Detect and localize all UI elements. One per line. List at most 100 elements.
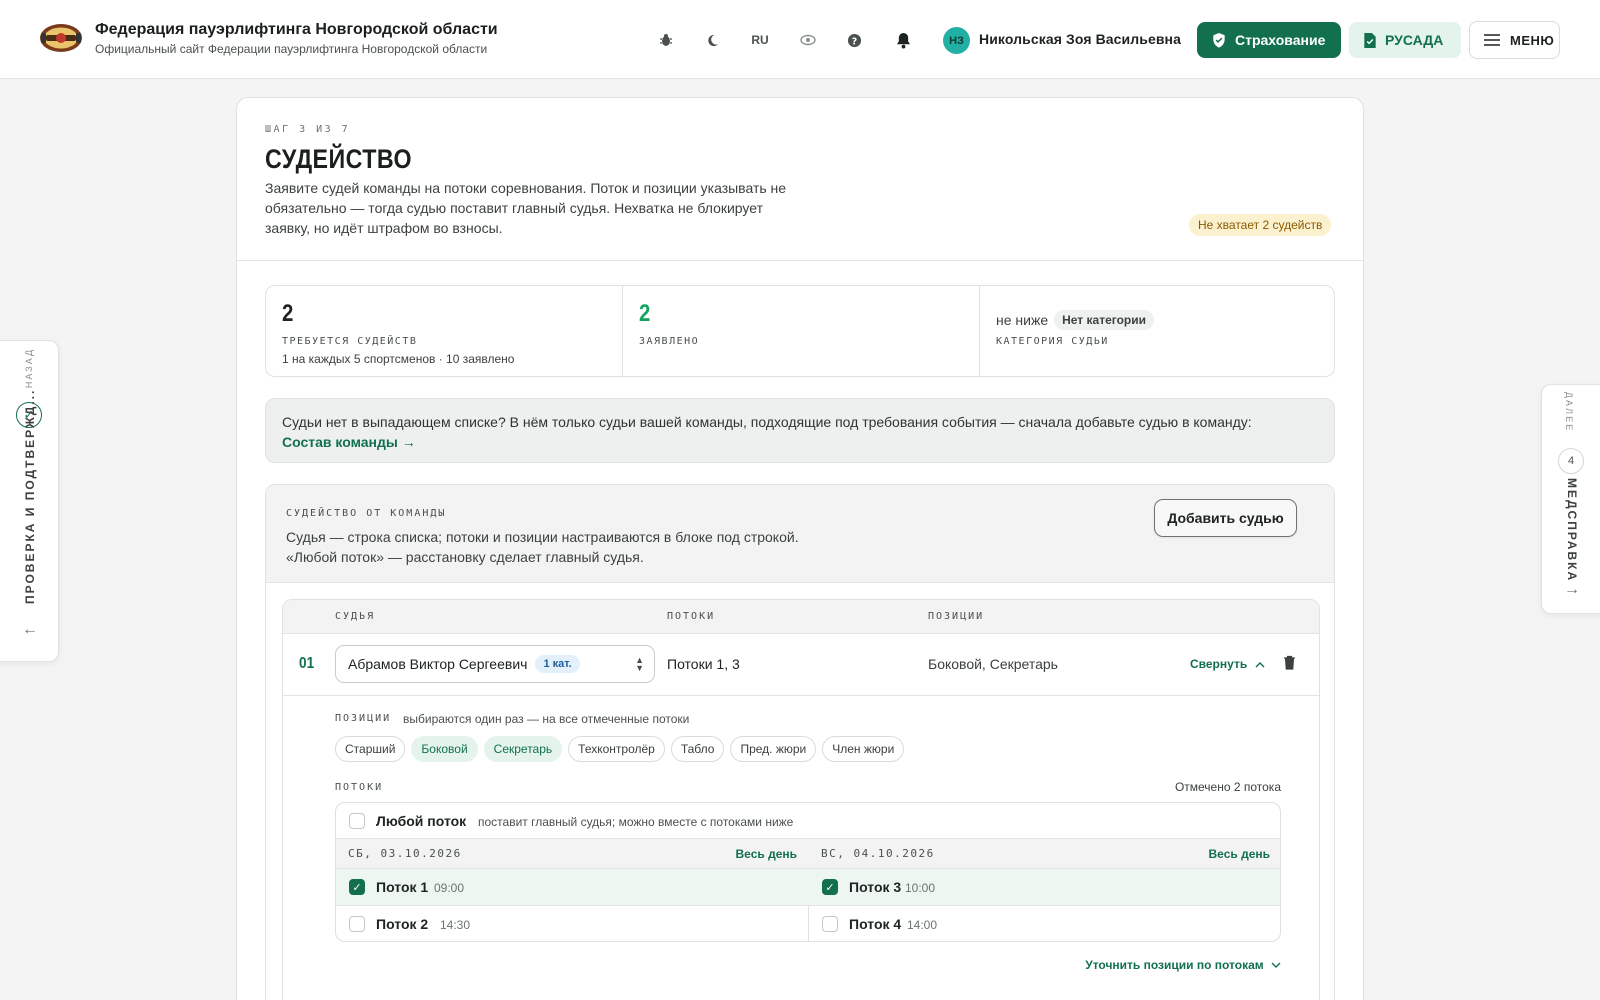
flow-name: Поток 2 xyxy=(376,916,429,932)
federation-logo[interactable] xyxy=(38,20,84,56)
stat-category: не ниже Нет категории КАТЕГОРИЯ СУДЬИ xyxy=(980,286,1335,376)
collapse-toggle[interactable]: Свернуть xyxy=(1190,657,1265,671)
insurance-button[interactable]: Страхование xyxy=(1197,22,1341,58)
top-bar: Федерация пауэрлифтинга Новгородской обл… xyxy=(0,0,1600,79)
page-title: СУДЕЙСТВО xyxy=(265,144,412,174)
flows-caption: ПОТОКИ xyxy=(335,782,384,793)
flow-checkbox[interactable] xyxy=(822,916,838,932)
svg-text:?: ? xyxy=(851,36,856,47)
insurance-label: Страхование xyxy=(1235,32,1326,48)
position-chip[interactable]: Пред. жюри xyxy=(730,736,817,762)
bug-report-icon[interactable] xyxy=(654,28,678,52)
position-chip[interactable]: Член жюри xyxy=(822,736,905,762)
flow-checkbox[interactable] xyxy=(349,916,365,932)
declared-label: ЗАЯВЛЕНО xyxy=(639,336,700,347)
back-step-title: ПРОВЕРКА И ПОДТВЕРЖД... xyxy=(23,388,37,604)
judges-table: СУДЬЯ ПОТОКИ ПОЗИЦИИ 01 Абрамов Виктор С… xyxy=(282,599,1320,1000)
table-row: 01 Абрамов Виктор Сергеевич 1 кат. ▲ ▼ По… xyxy=(283,634,1319,696)
row-flows: Потоки 1, 3 xyxy=(667,656,740,672)
row-positions: Боковой, Секретарь xyxy=(928,656,1058,672)
refine-positions-toggle[interactable]: Уточнить позиции по потокам xyxy=(1085,958,1281,972)
org-title[interactable]: Федерация пауэрлифтинга Новгородской обл… xyxy=(95,21,498,39)
flow-name: Поток 4 xyxy=(849,916,902,932)
help-icon[interactable]: ? xyxy=(842,28,866,52)
col-positions: ПОЗИЦИИ xyxy=(928,611,985,622)
table-header: СУДЬЯ ПОТОКИ ПОЗИЦИИ xyxy=(283,600,1319,634)
any-flow-row[interactable]: Любой поток поставит главный судья; можн… xyxy=(336,803,1280,839)
day-column: СБ, 03.10.2026 Весь день ✓ Поток 1 09:00 Пото… xyxy=(336,839,809,941)
back-step-tab[interactable]: НАЗАД ✓ ПРОВЕРКА И ПОДТВЕРЖД... ← xyxy=(0,340,59,662)
next-caption: ДАЛЕЕ xyxy=(1564,391,1574,433)
flow-time: 09:00 xyxy=(434,881,465,895)
flows-selector: Любой поток поставит главный судья; можн… xyxy=(335,802,1281,942)
day-date: СБ, 03.10.2026 xyxy=(348,847,462,860)
team-judging-block: СУДЕЙСТВО ОТ КОМАНДЫ Судья — строка спис… xyxy=(265,484,1335,1000)
flow-name: Поток 3 xyxy=(849,879,902,895)
moon-icon[interactable] xyxy=(700,28,724,52)
required-label: ТРЕБУЕТСЯ СУДЕЙСТВ xyxy=(282,336,418,347)
shield-icon xyxy=(1213,32,1225,48)
stat-required: 2 ТРЕБУЕТСЯ СУДЕЙСТВ 1 на каждых 5 спорт… xyxy=(266,286,622,376)
language-switch[interactable]: RU xyxy=(748,28,772,52)
flow-checkbox[interactable]: ✓ xyxy=(822,879,838,895)
any-flow-title: Любой поток xyxy=(376,813,467,829)
judge-select[interactable]: Абрамов Виктор Сергеевич 1 кат. ▲ ▼ xyxy=(335,645,655,683)
col-flows: ПОТОКИ xyxy=(667,611,716,622)
whole-day-link[interactable]: Весь день xyxy=(736,847,797,861)
position-chip[interactable]: Секретарь xyxy=(483,736,563,762)
next-step-tab[interactable]: ДАЛЕЕ 4 МЕДСПРАВКА → xyxy=(1541,384,1600,614)
category-prefix: не ниже xyxy=(996,312,1049,328)
day-header: СБ, 03.10.2026 Весь день xyxy=(336,839,809,869)
team-desc-line: Судья — строка списка; потоки и позиции … xyxy=(286,529,799,545)
day-column: ВС, 04.10.2026 Весь день ✓ Поток 3 10:00 Пото… xyxy=(809,839,1280,941)
trash-icon xyxy=(1284,655,1295,670)
positions-caption: ПОЗИЦИИ xyxy=(335,713,392,724)
category-badge: Нет категории xyxy=(1054,310,1155,330)
any-flow-checkbox[interactable] xyxy=(349,813,365,829)
arrow-right-icon[interactable]: → xyxy=(1564,581,1580,599)
position-chip[interactable]: Техконтролёр xyxy=(568,736,665,762)
chevron-up-icon xyxy=(1255,662,1265,668)
flow-time: 14:30 xyxy=(440,918,471,932)
flow-row[interactable]: Поток 2 14:30 xyxy=(336,906,809,941)
stat-declared: 2 ЗАЯВЛЕНО xyxy=(623,286,979,376)
menu-label: МЕНЮ xyxy=(1510,32,1555,48)
rusada-label: РУСАДА xyxy=(1385,32,1444,48)
user-avatar[interactable]: НЗ xyxy=(943,27,970,54)
rusada-button[interactable]: РУСАДА xyxy=(1349,22,1461,58)
info-note: Судьи нет в выпадающем списке? В нём тол… xyxy=(265,398,1335,463)
judging-step-card: ШАГ 3 ИЗ 7 СУДЕЙСТВО Заявите судей коман… xyxy=(236,97,1364,1000)
team-block-header: СУДЕЙСТВО ОТ КОМАНДЫ Судья — строка спис… xyxy=(266,485,1334,583)
divider xyxy=(237,260,1363,261)
add-judge-button[interactable]: Добавить судью xyxy=(1154,499,1297,537)
next-step-number: 4 xyxy=(1558,448,1584,474)
flows-count: Отмечено 2 потока xyxy=(1174,780,1281,794)
judge-category-badge: 1 кат. xyxy=(535,655,580,673)
back-caption: НАЗАД xyxy=(24,347,34,389)
flow-checkbox[interactable]: ✓ xyxy=(349,879,365,895)
team-roster-link[interactable]: Состав команды → xyxy=(282,432,1318,452)
judge-name: Абрамов Виктор Сергеевич xyxy=(348,656,528,672)
positions-hint: выбираются один раз — на все отмеченные … xyxy=(403,712,690,726)
menu-button[interactable]: МЕНЮ xyxy=(1469,21,1560,59)
delete-judge-button[interactable] xyxy=(1283,655,1296,673)
refine-label: Уточнить позиции по потокам xyxy=(1085,958,1264,972)
required-sub: 1 на каждых 5 спортсменов · 10 заявлено xyxy=(282,352,515,366)
team-caption: СУДЕЙСТВО ОТ КОМАНДЫ xyxy=(286,508,447,519)
flow-row[interactable]: Поток 4 14:00 xyxy=(809,906,1280,941)
whole-day-link[interactable]: Весь день xyxy=(1209,847,1270,861)
required-value: 2 xyxy=(282,300,294,327)
position-chip[interactable]: Табло xyxy=(670,736,725,762)
day-header: ВС, 04.10.2026 Весь день xyxy=(809,839,1280,869)
flow-row[interactable]: ✓ Поток 3 10:00 xyxy=(809,869,1280,906)
user-name[interactable]: Никольская Зоя Васильевна xyxy=(979,31,1181,47)
flow-row[interactable]: ✓ Поток 1 09:00 xyxy=(336,869,809,906)
any-flow-hint: поставит главный судья; можно вместе с п… xyxy=(478,815,794,829)
eye-icon[interactable] xyxy=(796,28,820,52)
flow-time: 10:00 xyxy=(905,881,936,895)
position-chip[interactable]: Старший xyxy=(335,736,406,762)
position-chip[interactable]: Боковой xyxy=(411,736,478,762)
bell-icon[interactable] xyxy=(891,28,915,52)
arrow-left-icon[interactable]: ← xyxy=(22,621,38,639)
document-icon xyxy=(1364,32,1376,48)
